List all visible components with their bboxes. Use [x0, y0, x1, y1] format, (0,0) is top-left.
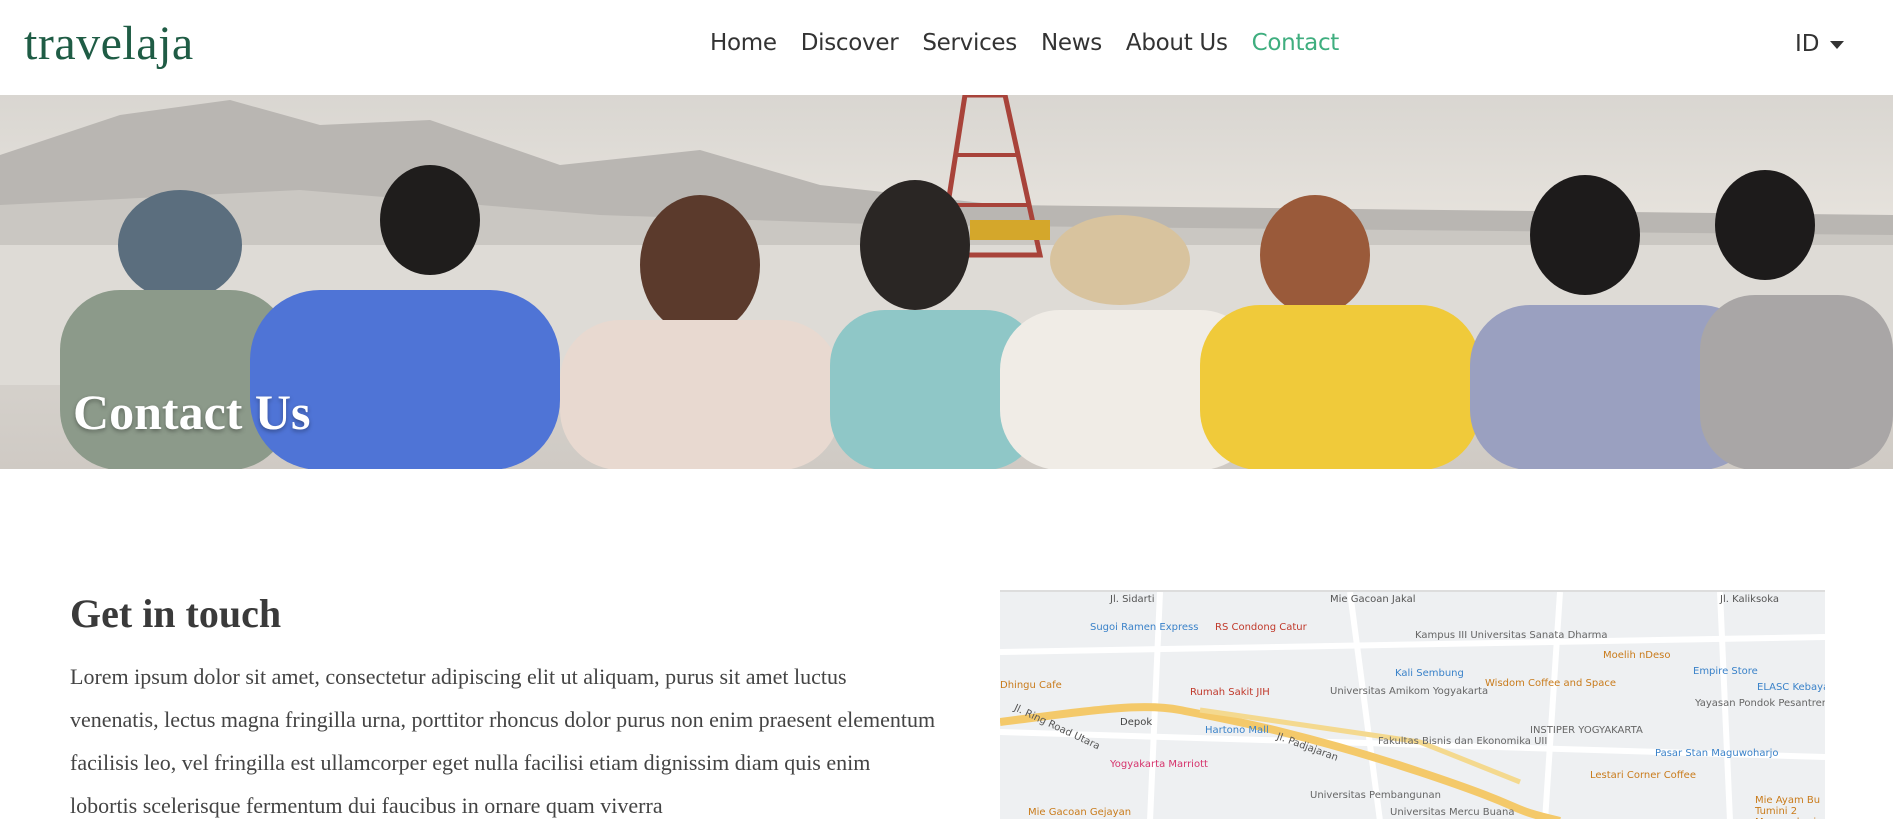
map-label: Kampus III Universitas Sanata Dharma: [1415, 630, 1608, 641]
map-label: Hartono Mall: [1205, 725, 1269, 736]
navbar: travelaja Home Discover Services News Ab…: [0, 0, 1893, 95]
contact-section: Get in touch Lorem ipsum dolor sit amet,…: [70, 590, 940, 819]
nav-news[interactable]: News: [1041, 30, 1102, 56]
map-label: Empire Store: [1693, 666, 1758, 677]
language-label: ID: [1795, 31, 1820, 57]
language-dropdown[interactable]: ID: [1795, 31, 1844, 57]
map-label: Universitas Pembangunan: [1310, 790, 1441, 801]
caret-down-icon: [1829, 41, 1844, 49]
page-title: Contact Us: [73, 384, 311, 440]
nav-contact[interactable]: Contact: [1252, 30, 1340, 56]
map-label: Universitas Mercu Buana: [1390, 807, 1515, 818]
map-label: Yogyakarta Marriott: [1110, 759, 1208, 770]
nav-home[interactable]: Home: [710, 30, 777, 56]
map-label: Kali Sembung: [1395, 668, 1464, 679]
map-label: Jl. Kaliksoka: [1720, 594, 1780, 605]
map-label: Lestari Corner Coffee: [1590, 770, 1696, 781]
map-label: Sugoi Ramen Express: [1090, 622, 1199, 633]
map-label: Mie Gacoan Gejayan: [1028, 807, 1132, 818]
nav-services[interactable]: Services: [922, 30, 1017, 56]
map-label: Depok: [1120, 717, 1153, 728]
map-label: Mie Gacoan Jakal: [1330, 594, 1416, 605]
map-label: Moelih nDeso: [1603, 650, 1671, 661]
map-label: Rumah Sakit JIH: [1190, 687, 1270, 698]
brand-logo[interactable]: travelaja: [24, 16, 194, 71]
map-label: Pasar Stan Maguwoharjo: [1655, 748, 1779, 759]
contact-body: Lorem ipsum dolor sit amet, consectetur …: [70, 664, 936, 818]
map-label: Mie Ayam Bu Tumini 2 Maguwoharjo: [1755, 795, 1822, 819]
nav-discover[interactable]: Discover: [801, 30, 899, 56]
location-map[interactable]: Jl. Sidarti Sugoi Ramen Express RS Condo…: [1000, 590, 1825, 819]
map-label: Wisdom Coffee and Space: [1485, 678, 1616, 689]
main-nav: Home Discover Services News About Us Con…: [710, 30, 1363, 56]
nav-about-us[interactable]: About Us: [1126, 30, 1228, 56]
contact-heading: Get in touch: [70, 591, 282, 636]
map-label: Fakultas Bisnis dan Ekonomika UII: [1378, 736, 1548, 747]
map-label: Jl. Sidarti: [1110, 594, 1155, 605]
map-label: ELASC Kebaya: [1757, 682, 1825, 693]
map-label: INSTIPER YOGYAKARTA: [1530, 725, 1643, 736]
map-label: Dhingu Cafe: [1000, 680, 1062, 691]
map-label: RS Condong Catur: [1215, 622, 1307, 633]
hero-banner: Contact Us: [0, 95, 1893, 469]
map-label: Yayasan Pondok Pesantren Pangeran: [1695, 698, 1825, 709]
map-label: Universitas Amikom Yogyakarta: [1330, 686, 1489, 697]
